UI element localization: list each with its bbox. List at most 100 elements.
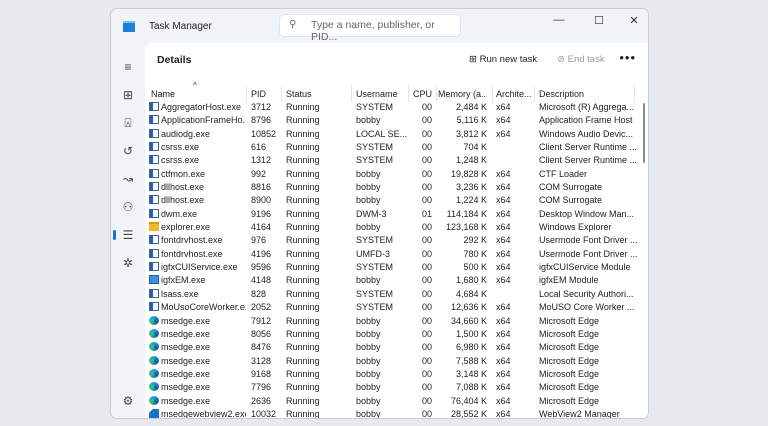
processes-icon[interactable]: ⊞ — [120, 87, 136, 103]
run-new-task-button[interactable]: ⊞ Run new task — [469, 54, 537, 65]
table-row[interactable]: msedge.exe 9168 Running bobby 00 3,148 K x64 Mi… — [145, 368, 638, 381]
search-input[interactable]: ⚲ Type a name, publisher, or PID... — [279, 14, 461, 43]
column-divider[interactable] — [408, 85, 409, 102]
services-icon[interactable]: ✲ — [120, 255, 136, 271]
column-header-5[interactable]: Memory (a... — [438, 89, 487, 99]
process-name: csrss.exe — [161, 142, 200, 153]
cell-status: Running — [286, 275, 320, 286]
cell-username: SYSTEM — [356, 235, 394, 246]
column-header-6[interactable]: Archite... — [496, 89, 534, 99]
cell-username: bobby — [356, 195, 381, 206]
table-row[interactable]: msedge.exe 8056 Running bobby 00 1,500 K x64 Mi… — [145, 328, 638, 341]
process-icon — [149, 342, 159, 352]
vertical-scrollbar[interactable] — [643, 103, 645, 163]
startup-apps-icon[interactable]: ↝ — [120, 171, 136, 187]
process-name: msedge.exe — [161, 342, 211, 353]
cell-status: Running — [286, 142, 320, 153]
column-header-1[interactable]: PID — [251, 89, 281, 99]
table-row[interactable]: dllhost.exe 8816 Running bobby 00 3,236 K x64 C… — [145, 181, 638, 194]
minimize-button[interactable]: — — [549, 14, 569, 26]
column-divider[interactable] — [436, 85, 437, 102]
table-row[interactable]: msedge.exe 3128 Running bobby 00 7,588 K x64 Mi… — [145, 355, 638, 368]
column-header-4[interactable]: CPU — [408, 89, 432, 99]
column-divider[interactable] — [246, 85, 247, 102]
cell-architecture: x64 — [496, 168, 511, 179]
table-row[interactable]: ApplicationFrameHo... 8796 Running bobby 00 5… — [145, 114, 638, 127]
table-row[interactable]: csrss.exe 616 Running SYSTEM 00 704 K Client S… — [145, 141, 638, 154]
cell-status: Running — [286, 368, 320, 379]
table-row[interactable]: AggregatorHost.exe 3712 Running SYSTEM 00 2,4… — [145, 101, 638, 114]
cell-description: igfxCUIService Module — [539, 262, 631, 273]
process-name: audiodg.exe — [161, 128, 211, 139]
process-name: msedge.exe — [161, 395, 211, 406]
cell-cpu: 00 — [421, 182, 432, 193]
table-row[interactable]: msedge.exe 2636 Running bobby 00 76,404 K x64 M… — [145, 395, 638, 408]
more-options-button[interactable]: ••• — [619, 50, 636, 65]
menu-icon[interactable]: ≡ — [120, 59, 136, 75]
cell-name: msedge.exe — [149, 341, 246, 354]
settings-icon[interactable]: ⚙ — [120, 393, 136, 409]
column-divider[interactable] — [634, 85, 635, 102]
column-divider[interactable] — [492, 85, 493, 102]
table-row[interactable]: ctfmon.exe 992 Running bobby 00 19,828 K x64 CT… — [145, 168, 638, 181]
end-task-button[interactable]: ⊘ End task — [557, 54, 605, 65]
details-icon[interactable]: ☰ — [113, 227, 136, 243]
process-name: lsass.exe — [161, 288, 199, 299]
cell-status: Running — [286, 182, 320, 193]
app-history-icon[interactable]: ↺ — [120, 143, 136, 159]
cell-name: igfxEM.exe — [149, 274, 246, 287]
cell-cpu: 00 — [421, 262, 432, 273]
table-row[interactable]: msedge.exe 7912 Running bobby 00 34,660 K x64 M… — [145, 315, 638, 328]
table-row[interactable]: MoUsoCoreWorker.e... 2052 Running SYSTEM 00 1… — [145, 301, 638, 314]
column-header-3[interactable]: Username — [356, 89, 408, 99]
close-button[interactable]: ✕ — [624, 14, 644, 27]
table-row[interactable]: msedge.exe 8476 Running bobby 00 6,980 K x64 Mi… — [145, 341, 638, 354]
table-row[interactable]: explorer.exe 4164 Running bobby 00 123,168 K x… — [145, 221, 638, 234]
cell-architecture: x64 — [496, 368, 511, 379]
cell-cpu: 00 — [421, 102, 432, 112]
table-row[interactable]: audiodg.exe 10852 Running LOCAL SE... 00 3,81… — [145, 128, 638, 141]
cell-status: Running — [286, 302, 320, 313]
users-icon[interactable]: ⚇ — [120, 199, 136, 215]
window-title: Task Manager — [149, 21, 212, 32]
end-task-icon: ⊘ — [557, 54, 565, 65]
process-icon — [149, 262, 159, 272]
cell-username: bobby — [356, 115, 381, 126]
table-row[interactable]: dwm.exe 9196 Running DWM-3 01 114,184 K x64 Des… — [145, 208, 638, 221]
cell-username: SYSTEM — [356, 302, 394, 313]
cell-memory: 4,684 K — [455, 288, 487, 299]
table-row[interactable]: fontdrvhost.exe 4196 Running UMFD-3 00 780 K x… — [145, 248, 638, 261]
performance-icon[interactable]: ⍓ — [120, 115, 136, 131]
table-row[interactable]: igfxCUIService.exe 9596 Running SYSTEM 00 500… — [145, 261, 638, 274]
table-row[interactable]: msedgewebview2.exe 10032 Running bobby 00 28,… — [145, 408, 638, 418]
column-divider[interactable] — [351, 85, 352, 102]
cell-description: CTF Loader — [539, 168, 588, 179]
cell-memory: 1,500 K — [455, 328, 487, 339]
table-row[interactable]: lsass.exe 828 Running SYSTEM 00 4,684 K Local … — [145, 288, 638, 301]
table-row[interactable]: fontdrvhost.exe 976 Running SYSTEM 00 292 K x6… — [145, 234, 638, 247]
cell-pid: 9168 — [251, 368, 272, 379]
process-name: msedge.exe — [161, 315, 211, 326]
column-header-0[interactable]: Name — [151, 89, 246, 99]
cell-memory: 292 K — [463, 235, 487, 246]
process-name: igfxEM.exe — [161, 275, 206, 286]
column-divider[interactable] — [281, 85, 282, 102]
table-row[interactable]: csrss.exe 1312 Running SYSTEM 00 1,248 K Clien… — [145, 154, 638, 167]
table-row[interactable]: igfxEM.exe 4148 Running bobby 00 1,680 K x64 ig… — [145, 274, 638, 287]
cell-status: Running — [286, 342, 320, 353]
cell-pid: 8796 — [251, 115, 272, 126]
cell-description: Microsoft Edge — [539, 395, 600, 406]
process-name: ApplicationFrameHo... — [161, 115, 246, 126]
process-table: AggregatorHost.exe 3712 Running SYSTEM 00 2,4… — [145, 101, 638, 418]
column-header-7[interactable]: Description — [539, 89, 639, 99]
process-icon — [149, 395, 159, 405]
column-header-2[interactable]: Status — [286, 89, 351, 99]
cell-username: DWM-3 — [356, 208, 387, 219]
run-task-icon: ⊞ — [469, 54, 477, 65]
column-divider[interactable] — [534, 85, 535, 102]
table-row[interactable]: msedge.exe 7796 Running bobby 00 7,088 K x64 Mi… — [145, 381, 638, 394]
cell-description: Local Security Authori... — [539, 288, 634, 299]
cell-username: bobby — [356, 368, 381, 379]
maximize-button[interactable]: ☐ — [589, 14, 609, 27]
table-row[interactable]: dllhost.exe 8900 Running bobby 00 1,224 K x64 C… — [145, 194, 638, 207]
